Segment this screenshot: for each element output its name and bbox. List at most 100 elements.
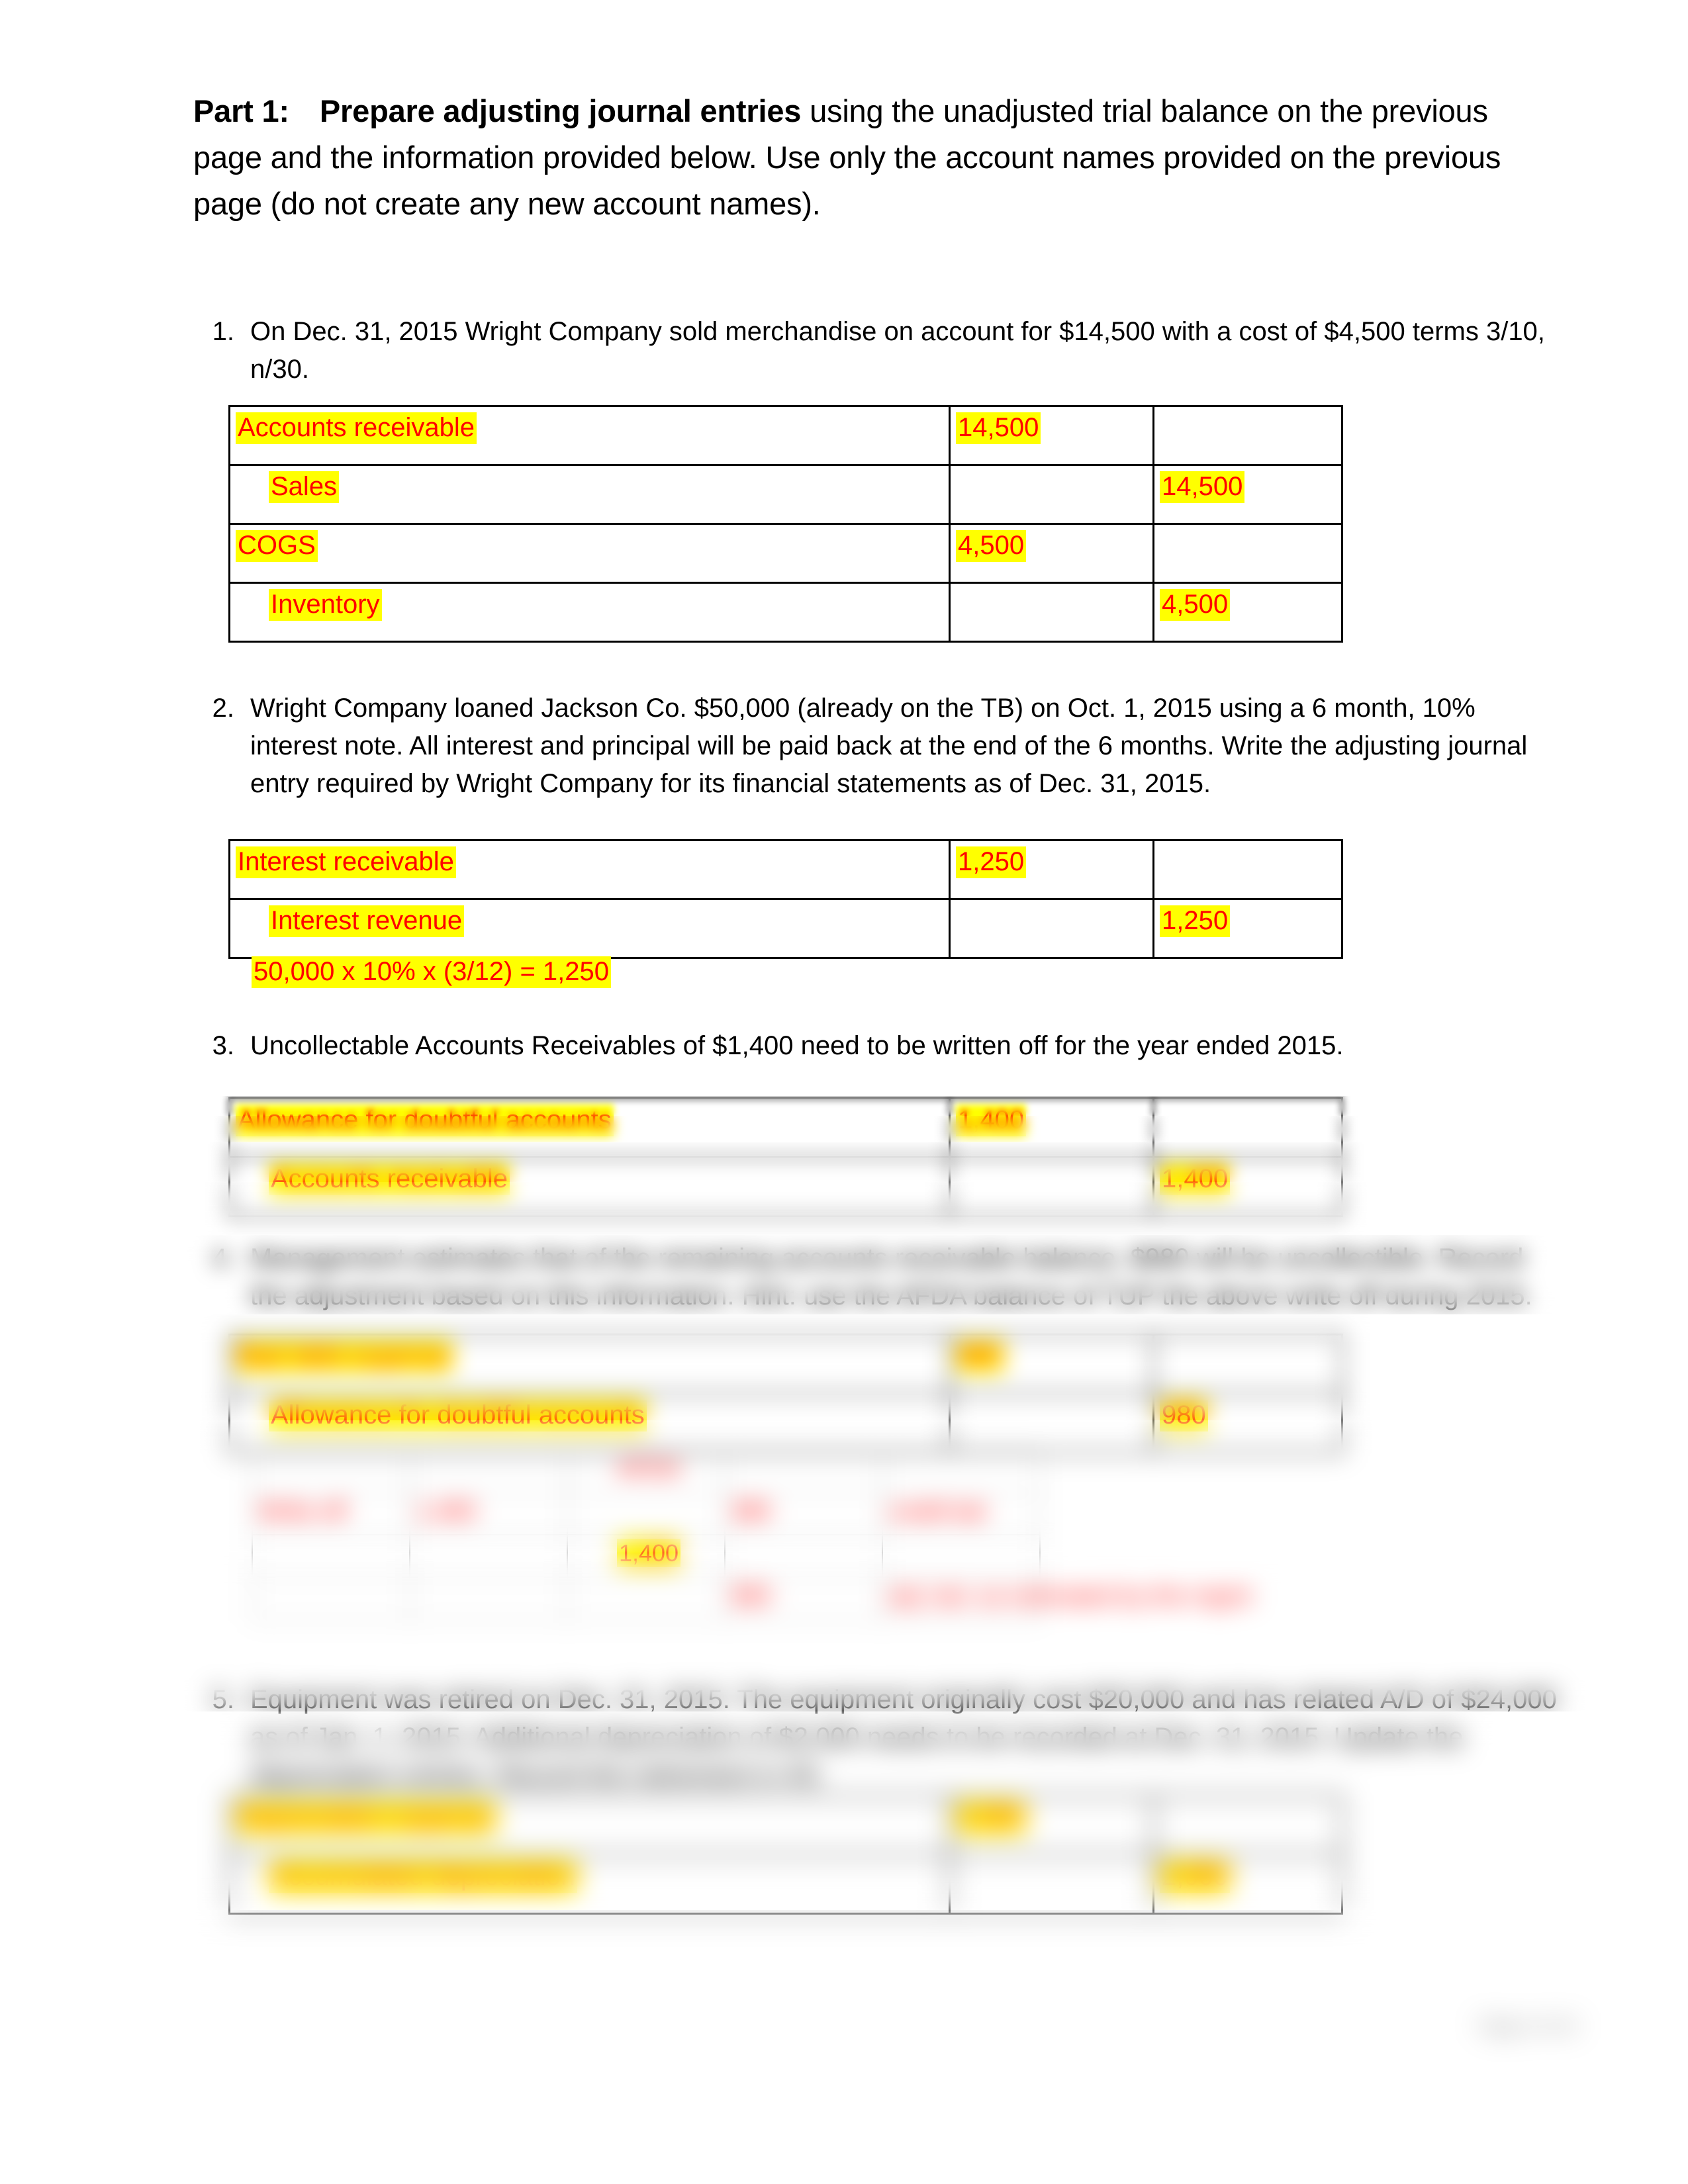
cell-debit: 14,500 (949, 405, 1154, 466)
credit-text (1154, 841, 1341, 846)
work-cell (882, 1449, 1041, 1493)
cell-debit: 2,000 (949, 1795, 1154, 1856)
debit-text (951, 1394, 1152, 1399)
interest-calculation-note: 50,000 x 10% x (3/12) = 1,250 (252, 956, 612, 988)
account-label: Interest receivable (236, 846, 456, 878)
debit-text: 1,250 (951, 841, 1152, 878)
cell-credit: 1,250 (1152, 898, 1343, 959)
work-cell: 980 (724, 1576, 883, 1620)
cell-account: Accumulated depreciation (228, 1854, 951, 1915)
afda-work-table: AFDA Write off 1,400 380 credit bal 1,40… (252, 1449, 1251, 1620)
work-cell: AFDA (567, 1449, 726, 1493)
work-text: AFDA (616, 1455, 680, 1482)
cell-credit: 1,400 (1152, 1156, 1343, 1217)
work-text: 980 (731, 1582, 771, 1609)
credit-value: 4,500 (1160, 589, 1231, 621)
work-cell (882, 1534, 1041, 1578)
account-label: Inventory (269, 589, 382, 621)
work-cell: 380 (724, 1492, 883, 1535)
account-label: Bad debt expense (236, 1341, 453, 1373)
account-text: Accounts receivable (230, 407, 949, 444)
work-cell (409, 1576, 568, 1620)
work-cell (252, 1449, 410, 1493)
item-text-5: Equipment was retired on Dec. 31, 2015. … (250, 1685, 1557, 1790)
table-row: COGS 4,500 (228, 523, 1343, 584)
cell-credit (1152, 1795, 1343, 1856)
cell-account: COGS (228, 523, 951, 584)
table-row: Interest receivable 1,250 (228, 839, 1343, 900)
debit-value: 14,500 (956, 412, 1041, 444)
journal-table-5: Depreciation expense 2,000 Accumulated d… (228, 1795, 1343, 1915)
account-text: Accumulated depreciation (230, 1856, 949, 1893)
table-row: AFDA (252, 1449, 1041, 1493)
cell-account: Inventory (228, 582, 951, 643)
credit-text (1154, 525, 1341, 529)
work-text (568, 1578, 724, 1581)
work-cell (724, 1449, 883, 1493)
journal-table-1: Accounts receivable 14,500 Sales 14,500 … (228, 405, 1343, 643)
item-number-4: 4. (212, 1244, 234, 1273)
document-page: Part 1: Prepare adjusting journal entries… (0, 0, 1688, 2184)
account-label: Accounts receivable (236, 412, 477, 444)
cell-credit: 2,000 (1152, 1854, 1343, 1915)
credit-text: 14,500 (1154, 466, 1341, 503)
work-cell: 1,400 (567, 1534, 726, 1578)
work-text: 1,400 (568, 1535, 724, 1568)
cell-credit (1152, 523, 1343, 584)
item-text-1: On Dec. 31, 2015 Wright Company sold mer… (250, 317, 1545, 384)
debit-value: 980 (956, 1341, 1004, 1373)
table-row: 980 adj. bal. as estimated by the mgmt (252, 1576, 1251, 1620)
work-cell: 1,400 (409, 1492, 568, 1535)
table-row: Inventory 4,500 (228, 582, 1343, 643)
account-text: Interest receivable (230, 841, 949, 878)
account-text: Interest revenue (230, 900, 949, 937)
cell-account: Accounts receivable (228, 1156, 951, 1217)
account-text: Bad debt expense (230, 1336, 949, 1373)
debit-text: 14,500 (951, 407, 1152, 444)
work-cell (252, 1534, 410, 1578)
account-text: Allowance for doubtful accounts (230, 1099, 949, 1136)
debit-text: 4,500 (951, 525, 1152, 562)
item-text-3: Uncollectable Accounts Receivables of $1… (250, 1031, 1344, 1060)
table-row: Sales 14,500 (228, 464, 1343, 525)
credit-text (1154, 1336, 1341, 1340)
work-text (410, 1535, 567, 1539)
journal-table-2: Interest receivable 1,250 Interest reven… (228, 839, 1343, 959)
interest-calculation-text: 50,000 x 10% x (3/12) = 1,250 (252, 956, 612, 988)
work-cell: Write off (252, 1492, 410, 1535)
cell-debit: 1,400 (949, 1097, 1154, 1158)
part-label: Part 1: (193, 93, 289, 128)
work-text: Write off (258, 1497, 346, 1524)
debit-text: 1,400 (951, 1099, 1152, 1136)
cell-account: Bad debt expense (228, 1334, 951, 1394)
cell-debit: 1,250 (949, 839, 1154, 900)
debit-text (951, 1856, 1152, 1860)
credit-value: 1,400 (1160, 1163, 1231, 1195)
journal-table-3: Allowance for doubtful accounts 1,400 Ac… (228, 1097, 1343, 1217)
credit-text (1154, 407, 1341, 412)
account-label: Accounts receivable (269, 1163, 510, 1195)
page-content: Part 1: Prepare adjusting journal entries… (0, 0, 1688, 2184)
table-row: Accounts receivable 1,400 (228, 1156, 1343, 1217)
cell-credit (1152, 405, 1343, 466)
debit-text (951, 466, 1152, 471)
work-cell: adj. bal. as estimated by the mgmt (882, 1576, 1251, 1620)
cell-account: Allowance for doubtful accounts (228, 1097, 951, 1158)
work-cell (724, 1534, 883, 1578)
credit-text: 4,500 (1154, 584, 1341, 621)
work-text (253, 1451, 409, 1454)
account-text: Sales (230, 466, 949, 503)
account-label: Accumulated depreciation (269, 1861, 578, 1893)
table-row: Allowance for doubtful accounts 980 (228, 1392, 1343, 1453)
item-text-2: Wright Company loaned Jackson Co. $50,00… (250, 694, 1528, 798)
table-row: Allowance for doubtful accounts 1,400 (228, 1097, 1343, 1158)
account-label: Depreciation expense (236, 1802, 496, 1834)
account-label: Allowance for doubtful accounts (269, 1400, 647, 1432)
list-item-2: 2. Wright Company loaned Jackson Co. $50… (193, 690, 1568, 803)
debit-text: 2,000 (951, 1797, 1152, 1834)
debit-value: 1,400 (956, 1105, 1027, 1136)
item-number-5: 5. (212, 1685, 234, 1714)
work-text (568, 1493, 724, 1496)
credit-value: 980 (1160, 1400, 1208, 1432)
table-row: Accounts receivable 14,500 (228, 405, 1343, 466)
